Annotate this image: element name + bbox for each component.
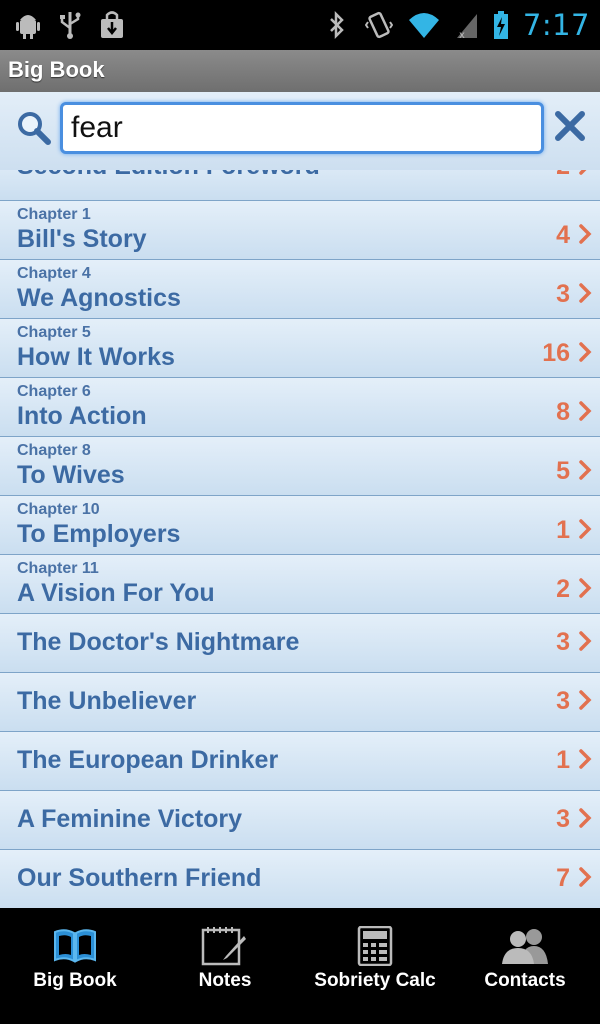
result-title: A Vision For You bbox=[17, 579, 215, 607]
usb-icon bbox=[60, 12, 81, 39]
chapter-label: Chapter 6 bbox=[17, 383, 91, 400]
app-title: Big Book bbox=[8, 57, 105, 82]
nav-contacts[interactable]: Contacts bbox=[450, 908, 600, 1024]
result-row[interactable]: Chapter 8 To Wives 5 bbox=[0, 437, 600, 496]
chapter-label: Chapter 1 bbox=[17, 206, 91, 223]
chapter-label: Chapter 8 bbox=[17, 442, 91, 459]
calculator-icon bbox=[357, 926, 393, 966]
book-icon bbox=[54, 929, 96, 963]
match-count: 1 bbox=[556, 746, 570, 774]
result-title: The Unbeliever bbox=[17, 687, 197, 715]
result-row[interactable]: The European Drinker 1 bbox=[0, 732, 600, 791]
result-title: The Doctor's Nightmare bbox=[17, 628, 300, 656]
chevron-right-icon bbox=[579, 749, 592, 769]
result-row[interactable]: Chapter 6 Into Action 8 bbox=[0, 378, 600, 437]
download-bag-icon bbox=[101, 11, 123, 38]
match-count: 16 bbox=[542, 339, 570, 367]
result-row[interactable]: Chapter 4 We Agnostics 3 bbox=[0, 260, 600, 319]
main-content: Second Edition Foreword2Chapter 1Bill's … bbox=[0, 92, 600, 908]
result-row[interactable]: Chapter 11 A Vision For You 2 bbox=[0, 555, 600, 614]
chevron-right-icon bbox=[579, 808, 592, 828]
result-title: A Feminine Victory bbox=[17, 805, 243, 833]
search-bar bbox=[0, 92, 600, 170]
search-icon[interactable] bbox=[16, 110, 52, 146]
bottom-nav: Big Book Notes Sobriety Calc Contacts bbox=[0, 908, 600, 1024]
nav-label: Big Book bbox=[33, 970, 117, 991]
chevron-right-icon bbox=[579, 578, 592, 598]
chevron-right-icon bbox=[579, 867, 592, 887]
match-count: 3 bbox=[556, 687, 570, 715]
chevron-right-icon bbox=[579, 631, 592, 651]
signal-icon: x bbox=[456, 14, 477, 40]
result-title: We Agnostics bbox=[17, 284, 181, 312]
match-count: 3 bbox=[556, 628, 570, 656]
clear-search-icon[interactable] bbox=[552, 108, 588, 144]
status-bar: x 7:17 bbox=[0, 0, 600, 50]
search-input[interactable] bbox=[60, 102, 544, 154]
chevron-right-icon bbox=[579, 519, 592, 539]
contacts-icon bbox=[502, 929, 548, 964]
svg-text:x: x bbox=[459, 30, 465, 40]
battery-charging-icon bbox=[493, 11, 508, 39]
result-row[interactable]: Our Southern Friend 7 bbox=[0, 850, 600, 908]
chevron-right-icon bbox=[579, 342, 592, 362]
vibrate-icon bbox=[364, 11, 393, 39]
chapter-label: Chapter 10 bbox=[17, 501, 100, 518]
match-count: 5 bbox=[556, 457, 570, 485]
chevron-right-icon bbox=[579, 283, 592, 303]
result-title: Into Action bbox=[17, 402, 147, 430]
search-results-list: Second Edition Foreword2Chapter 1Bill's … bbox=[0, 152, 600, 908]
result-row[interactable]: The Unbeliever 3 bbox=[0, 673, 600, 732]
bluetooth-icon bbox=[329, 10, 344, 40]
result-row[interactable]: Chapter 5 How It Works 16 bbox=[0, 319, 600, 378]
chevron-right-icon bbox=[579, 460, 592, 480]
result-row[interactable]: Chapter 1 Bill's Story 4 bbox=[0, 201, 600, 260]
action-bar: Big Book bbox=[0, 50, 600, 93]
match-count: 7 bbox=[556, 864, 570, 892]
match-count: 4 bbox=[556, 221, 570, 249]
wifi-icon bbox=[408, 13, 439, 38]
result-title: Bill's Story bbox=[17, 225, 147, 253]
result-title: The European Drinker bbox=[17, 746, 279, 774]
chapter-label: Chapter 11 bbox=[17, 560, 99, 577]
result-title: To Wives bbox=[17, 461, 125, 489]
chevron-right-icon bbox=[579, 690, 592, 710]
notepad-icon bbox=[201, 927, 246, 966]
clock: 7:17 bbox=[522, 8, 590, 42]
nav-sobriety-calc[interactable]: Sobriety Calc bbox=[300, 908, 450, 1024]
match-count: 8 bbox=[556, 398, 570, 426]
result-title: Our Southern Friend bbox=[17, 864, 262, 892]
match-count: 2 bbox=[556, 575, 570, 603]
chapter-label: Chapter 4 bbox=[17, 265, 91, 282]
result-row[interactable]: The Doctor's Nightmare 3 bbox=[0, 614, 600, 673]
nav-label: Notes bbox=[198, 970, 252, 991]
result-row[interactable]: Chapter 10 To Employers 1 bbox=[0, 496, 600, 555]
nav-label: Sobriety Calc bbox=[314, 970, 436, 991]
android-debug-icon bbox=[16, 15, 40, 39]
result-title: To Employers bbox=[17, 520, 181, 548]
chevron-right-icon bbox=[579, 224, 592, 244]
nav-notes[interactable]: Notes bbox=[150, 908, 300, 1024]
nav-label: Contacts bbox=[484, 970, 566, 991]
match-count: 3 bbox=[556, 805, 570, 833]
chapter-label: Chapter 5 bbox=[17, 324, 91, 341]
result-row[interactable]: A Feminine Victory 3 bbox=[0, 791, 600, 850]
match-count: 3 bbox=[556, 280, 570, 308]
match-count: 1 bbox=[556, 516, 570, 544]
chevron-right-icon bbox=[579, 401, 592, 421]
nav-big-book[interactable]: Big Book bbox=[0, 908, 150, 1024]
result-title: How It Works bbox=[17, 343, 175, 371]
